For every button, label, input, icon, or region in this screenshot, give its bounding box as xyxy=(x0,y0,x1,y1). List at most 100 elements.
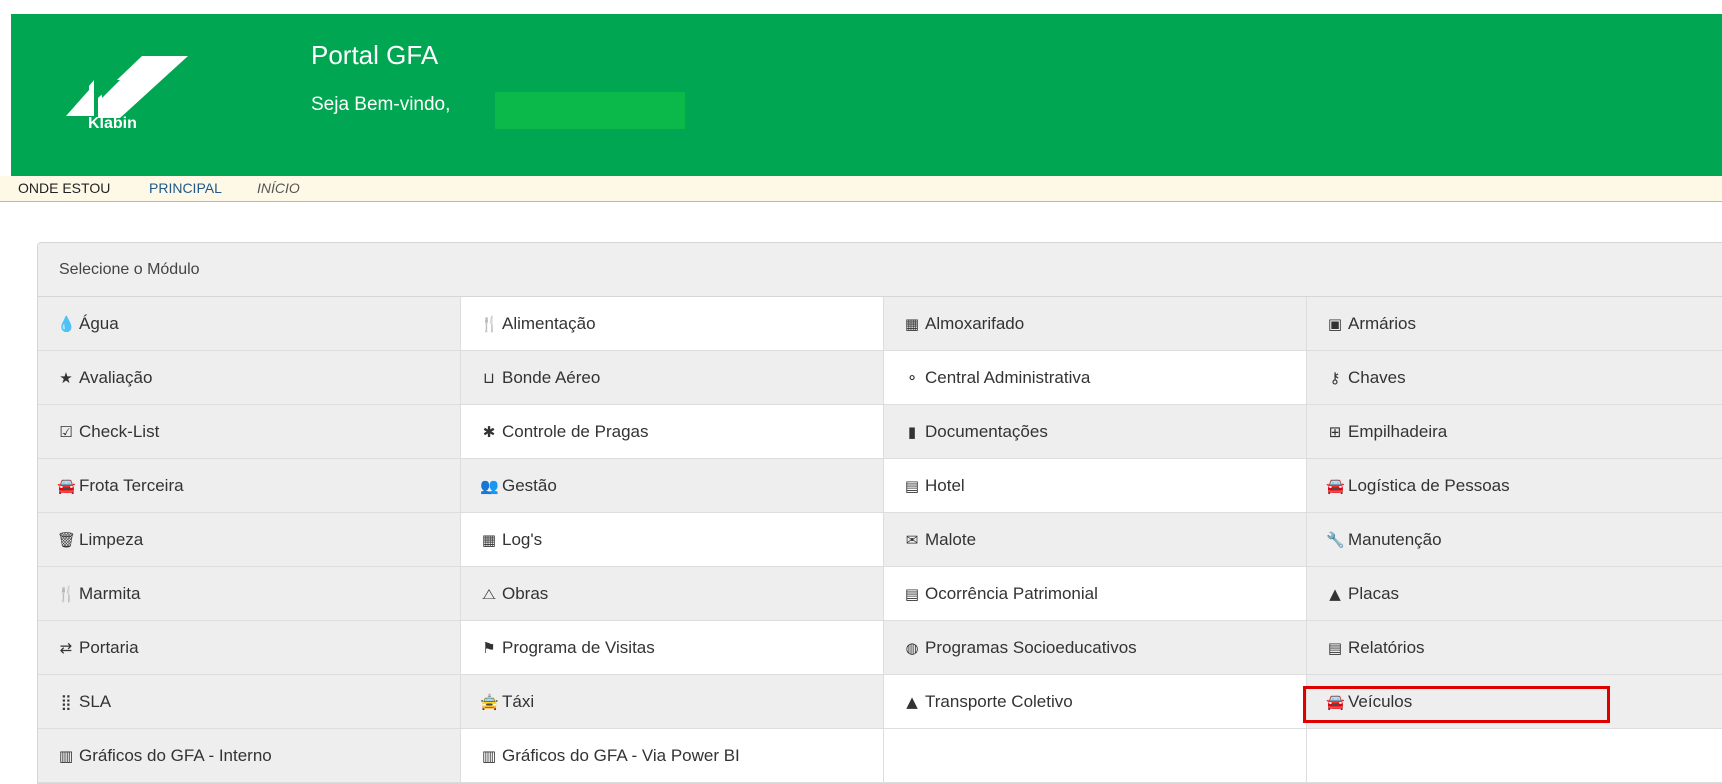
module-link-armarios[interactable]: ▣ Armários xyxy=(1307,297,1722,350)
module-link-empilhadeira[interactable]: ⊞ Empilhadeira xyxy=(1307,405,1722,458)
file-icon: ▮ xyxy=(907,422,917,441)
module-label: Alimentação xyxy=(502,313,596,333)
module-row: 🗑 Limpeza ▦ Log's ✉ Malote 🔧 Manutenção xyxy=(38,513,1722,567)
header-banner: Klabin Portal GFA Seja Bem-vindo, xyxy=(11,14,1722,176)
trash-icon: 🗑 xyxy=(57,530,77,549)
breadcrumb-label: ONDE ESTOU xyxy=(18,180,111,196)
bar-chart-icon: ▥ xyxy=(481,746,497,765)
module-link-sla[interactable]: ⣿ SLA xyxy=(38,675,461,728)
module-label: Check-List xyxy=(79,421,160,441)
module-label: Documentações xyxy=(925,421,1048,441)
module-link-check-list[interactable]: ☑ Check-List xyxy=(38,405,461,458)
bug-icon: ✱ xyxy=(482,422,496,441)
breadcrumb-current: INÍCIO xyxy=(257,180,300,196)
module-panel: Selecione o Módulo 💧 Água 🍴 Alimentação ▦ Alm… xyxy=(37,242,1722,784)
module-label: Programa de Visitas xyxy=(502,637,655,657)
module-link-relatorios[interactable]: ▤ Relatórios xyxy=(1307,621,1722,674)
module-link-logistica-de-pessoas[interactable]: 🚘 Logística de Pessoas xyxy=(1307,459,1722,512)
module-link-limpeza[interactable]: 🗑 Limpeza xyxy=(38,513,461,566)
key-icon: ⚷ xyxy=(1329,368,1341,387)
page-title: Portal GFA xyxy=(311,40,439,70)
breadcrumb: ONDE ESTOU PRINCIPAL INÍCIO xyxy=(0,176,1722,202)
module-label: Gráficos do GFA - Via Power BI xyxy=(502,745,740,765)
module-label: Veículos xyxy=(1348,691,1413,711)
module-row: 💧 Água 🍴 Alimentação ▦ Almoxarifado ▣ Armários xyxy=(38,297,1722,351)
car-icon: 🚘 xyxy=(1326,476,1345,495)
module-link-bonde-aereo[interactable]: ⊔ Bonde Aéreo xyxy=(461,351,884,404)
check-square-icon: ☑ xyxy=(59,422,73,441)
module-link-programa-de-visitas[interactable]: ⚑ Programa de Visitas xyxy=(461,621,884,674)
module-link-hotel[interactable]: ▤ Hotel xyxy=(884,459,1307,512)
module-link-ocorrencia-patrimonial[interactable]: ▤ Ocorrência Patrimonial xyxy=(884,567,1307,620)
module-label: Central Administrativa xyxy=(925,367,1091,387)
module-label: Gestão xyxy=(502,475,557,495)
module-link-avaliacao[interactable]: ★ Avaliação xyxy=(38,351,461,404)
module-link-central-administrativa[interactable]: ⚬ Central Administrativa xyxy=(884,351,1307,404)
list-alt-icon: ▤ xyxy=(1327,638,1343,657)
th-icon: ▦ xyxy=(481,530,497,549)
module-link-programas-socioeducativos[interactable]: ◍ Programas Socioeducativos xyxy=(884,621,1307,674)
module-link-veiculos[interactable]: 🚘 Veículos xyxy=(1307,675,1722,728)
module-label: Placas xyxy=(1348,583,1400,603)
module-row: ★ Avaliação ⊔ Bonde Aéreo ⚬ Central Administr… xyxy=(38,351,1722,405)
module-link-documentacoes[interactable]: ▮ Documentações xyxy=(884,405,1307,458)
module-label: Transporte Coletivo xyxy=(925,691,1073,711)
forklift-icon: ⊞ xyxy=(1328,422,1342,441)
module-label: Obras xyxy=(502,583,549,603)
module-link-transporte-coletivo[interactable]: ▲ Transporte Coletivo xyxy=(884,675,1307,728)
flag-icon: ⚑ xyxy=(482,638,496,657)
module-row: 🚘 Frota Terceira 👥 Gestão ▤ Hotel 🚘 Logística d… xyxy=(38,459,1722,513)
module-link-graficos-do-gfa-via-power-bi[interactable]: ▥ Gráficos do GFA - Via Power BI xyxy=(461,729,884,782)
module-label: Limpeza xyxy=(79,529,144,549)
module-row: 🍴 Marmita ⧍ Obras ▤ Ocorrência Patrimonial ▲ Pl… xyxy=(38,567,1722,621)
module-link-agua[interactable]: 💧 Água xyxy=(38,297,461,350)
module-label: Água xyxy=(79,313,119,333)
module-link-gestao[interactable]: 👥 Gestão xyxy=(461,459,884,512)
road-icon: ▲ xyxy=(906,692,918,711)
list-alt-icon: ▤ xyxy=(904,584,920,603)
logo-text: Klabin xyxy=(88,115,137,132)
module-link-marmita[interactable]: 🍴 Marmita xyxy=(38,567,461,620)
module-label: Programas Socioeducativos xyxy=(925,637,1137,657)
module-link-portaria[interactable]: ⇄ Portaria xyxy=(38,621,461,674)
globe-icon: ◍ xyxy=(905,638,919,657)
module-label: Frota Terceira xyxy=(79,475,184,495)
cutlery-icon: 🍴 xyxy=(57,584,76,603)
module-label: Empilhadeira xyxy=(1348,421,1448,441)
module-label: Táxi xyxy=(502,691,535,711)
panel-heading: Selecione o Módulo xyxy=(38,243,1722,297)
module-grid: 💧 Água 🍴 Alimentação ▦ Almoxarifado ▣ Armários ★… xyxy=(38,297,1722,783)
module-label: Relatórios xyxy=(1348,637,1425,657)
module-link-taxi[interactable]: 🚖 Táxi xyxy=(461,675,884,728)
empty-cell xyxy=(884,729,1307,782)
sitemap-icon: ⚬ xyxy=(905,368,919,387)
module-link-controle-de-pragas[interactable]: ✱ Controle de Pragas xyxy=(461,405,884,458)
module-label: Hotel xyxy=(925,475,965,495)
module-link-almoxarifado[interactable]: ▦ Almoxarifado xyxy=(884,297,1307,350)
module-label: Malote xyxy=(925,529,977,549)
locker-icon: ▣ xyxy=(1327,314,1343,333)
module-link-malote[interactable]: ✉ Malote xyxy=(884,513,1307,566)
module-label: Armários xyxy=(1348,313,1417,333)
module-label: Manutenção xyxy=(1348,529,1442,549)
wrench-icon: 🔧 xyxy=(1326,530,1345,549)
car-icon: 🚘 xyxy=(1326,692,1345,711)
taxi-icon: 🚖 xyxy=(480,692,499,711)
module-link-manutencao[interactable]: 🔧 Manutenção xyxy=(1307,513,1722,566)
module-link-chaves[interactable]: ⚷ Chaves xyxy=(1307,351,1722,404)
module-link-placas[interactable]: ▲ Placas xyxy=(1307,567,1722,620)
module-link-frota-terceira[interactable]: 🚘 Frota Terceira xyxy=(38,459,461,512)
module-row: ☑ Check-List ✱ Controle de Pragas ▮ Documenta… xyxy=(38,405,1722,459)
module-label: Bonde Aéreo xyxy=(502,367,601,387)
module-link-log-s[interactable]: ▦ Log's xyxy=(461,513,884,566)
breadcrumb-principal-link[interactable]: PRINCIPAL xyxy=(149,176,222,201)
module-row: ⣿ SLA 🚖 Táxi ▲ Transporte Coletivo 🚘 Veículos xyxy=(38,675,1722,729)
module-link-graficos-do-gfa-interno[interactable]: ▥ Gráficos do GFA - Interno xyxy=(38,729,461,782)
module-link-alimentacao[interactable]: 🍴 Alimentação xyxy=(461,297,884,350)
tent-icon: ⧍ xyxy=(482,584,496,603)
warning-icon: ▲ xyxy=(1329,584,1341,603)
envelope-icon: ✉ xyxy=(905,530,919,549)
module-label: Ocorrência Patrimonial xyxy=(925,583,1098,603)
building-icon: ▤ xyxy=(904,476,920,495)
module-link-obras[interactable]: ⧍ Obras xyxy=(461,567,884,620)
